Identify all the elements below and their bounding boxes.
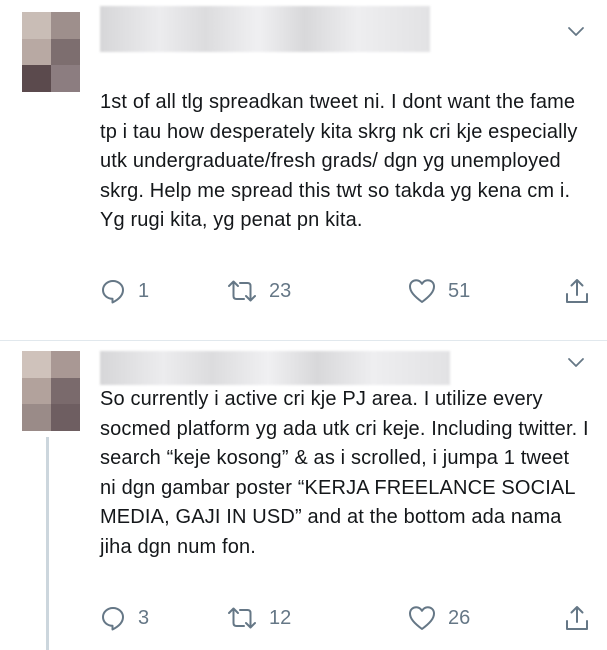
tweet-text: 1st of all tlg spreadkan tweet ni. I don… [100,91,578,231]
reply-count: 1 [138,279,150,302]
like-count: 26 [448,606,471,629]
share-icon [566,279,588,303]
tweet-actions: 3 12 26 [100,603,592,633]
retweet-button[interactable]: 12 [227,603,291,633]
tweet-actions: 1 23 51 [100,276,592,306]
reply-icon [102,280,124,304]
reply-button[interactable]: 1 [100,276,149,306]
tweet: 1st of all tlg spreadkan tweet ni. I don… [0,0,607,340]
heart-icon [409,279,435,303]
reply-button[interactable]: 3 [100,603,149,633]
like-button[interactable]: 26 [408,603,470,633]
like-count: 51 [448,279,471,302]
like-button[interactable]: 51 [408,276,470,306]
reply-count: 3 [138,606,150,629]
share-button[interactable] [564,276,590,306]
chevron-down-icon[interactable] [567,353,585,371]
thread-line [46,437,49,650]
avatar[interactable] [22,351,80,431]
share-button[interactable] [564,603,590,633]
retweet-icon [228,607,256,629]
blurred-username [100,351,450,385]
retweet-count: 12 [269,606,292,629]
chevron-down-icon[interactable] [567,22,585,40]
retweet-icon [228,280,256,302]
blurred-username [100,6,430,52]
heart-icon [409,606,435,630]
share-icon [566,606,588,630]
retweet-count: 23 [269,279,292,302]
tweet: So currently i active cri kje PJ area. I… [0,341,607,650]
avatar[interactable] [22,12,80,92]
reply-icon [102,607,124,631]
retweet-button[interactable]: 23 [227,276,291,306]
tweet-text: So currently i active cri kje PJ area. I… [100,388,589,558]
